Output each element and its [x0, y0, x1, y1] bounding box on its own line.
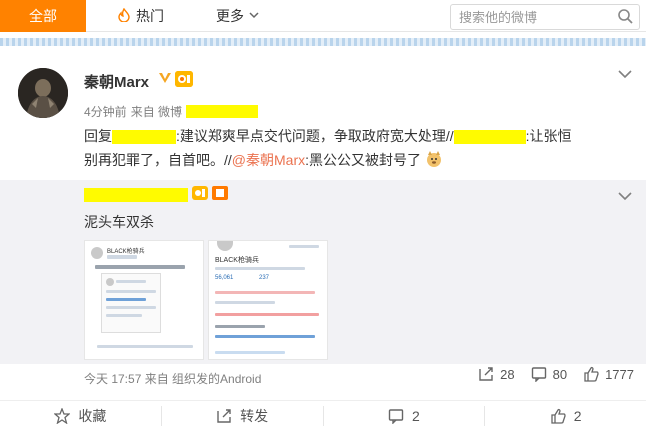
- thumbs-up-icon: [584, 366, 599, 382]
- thumb-line: [215, 301, 275, 304]
- post-action-bar: 收藏 转发 2 2: [0, 400, 646, 430]
- redacted-highlight: [186, 105, 259, 118]
- reply-prefix: 回复: [84, 128, 112, 144]
- redacted-highlight: [84, 187, 188, 202]
- favorite-button[interactable]: 收藏: [0, 406, 162, 426]
- thumb-line: [215, 351, 285, 354]
- content-text: 别再犯罪了，自首吧。//: [84, 152, 232, 168]
- repost-stats: 28 80 1777: [478, 366, 634, 382]
- comment-label: 2: [411, 408, 420, 424]
- thumb-avatar: [217, 241, 233, 251]
- thumbs-up-icon: [551, 408, 566, 424]
- post-time[interactable]: 4分钟前: [84, 103, 127, 120]
- chevron-down-icon: [249, 10, 259, 22]
- thumb-avatar: [106, 278, 114, 286]
- thumb-line: [97, 345, 193, 348]
- tab-more[interactable]: 更多: [216, 0, 259, 32]
- thumb-line: [215, 267, 305, 270]
- like-button[interactable]: 2: [485, 406, 646, 426]
- comment-icon: [531, 367, 546, 382]
- comment-count-label: 80: [552, 366, 568, 382]
- thumb-title: BLACK枪骑兵: [215, 257, 259, 264]
- repost-block: 泥头车双杀 BLACK枪骑兵 BLACK枪骑兵 56,061 237 今天 17…: [0, 180, 646, 386]
- flame-icon: [118, 7, 130, 25]
- search-input[interactable]: [459, 8, 609, 26]
- star-icon: [54, 408, 71, 424]
- spacer: [0, 46, 646, 58]
- like-count-label: 1777: [605, 366, 634, 382]
- repost-image-2[interactable]: BLACK枪骑兵 56,061 237: [208, 240, 328, 360]
- like-count[interactable]: 1777: [583, 366, 634, 382]
- comment-button[interactable]: 2: [324, 406, 486, 426]
- redacted-highlight: [453, 130, 526, 145]
- thumb-stat: 56,061: [215, 275, 234, 281]
- user-badges: [158, 71, 193, 88]
- content-text: :建议郑爽早点交代问题，争取政府宽大处理//: [176, 128, 454, 144]
- thumb-avatar: [91, 247, 103, 259]
- decorative-stripe: [0, 38, 646, 46]
- repost-count[interactable]: 28: [478, 366, 515, 382]
- weibo-post: 秦朝Marx 4分钟前 来自 微博 回复 :建议郑爽早点交代问题，争取政府宽大处理…: [0, 58, 646, 430]
- member-badge-icon: [192, 186, 208, 203]
- top-tab-bar: 全部 热门 更多: [0, 0, 646, 32]
- comment-icon: [388, 409, 404, 424]
- comment-count[interactable]: 80: [531, 366, 567, 382]
- repost-footer: 今天 17:57 来自 组织发的Android: [84, 372, 262, 386]
- repost-author[interactable]: [84, 186, 228, 203]
- tab-more-label: 更多: [216, 8, 244, 24]
- avatar[interactable]: [18, 68, 68, 118]
- repost-count-label: 28: [500, 366, 515, 382]
- thumb-embedded-card: [101, 273, 161, 333]
- thumb-line: [215, 313, 319, 316]
- member-badge-icon: [175, 71, 193, 87]
- forward-label: 转发: [240, 408, 269, 424]
- forward-button[interactable]: 转发: [162, 406, 324, 426]
- share-icon: [217, 409, 231, 423]
- search-icon[interactable]: [617, 8, 633, 27]
- tab-all-label: 全部: [29, 8, 57, 24]
- thumb-line: [106, 314, 142, 317]
- thumb-title: BLACK枪骑兵: [107, 249, 145, 255]
- thumb-line: [215, 335, 315, 338]
- repost-text: 泥头车双杀: [84, 214, 154, 230]
- content-text: :让张恒: [525, 128, 572, 144]
- thumb-line: [106, 306, 156, 309]
- repost-image-1[interactable]: BLACK枪骑兵: [84, 240, 204, 360]
- verified-v-icon: [158, 71, 172, 88]
- repost-menu-chevron-icon[interactable]: [618, 188, 632, 204]
- username[interactable]: 秦朝Marx: [84, 71, 149, 92]
- thumb-line: [106, 298, 146, 301]
- mention-link[interactable]: @秦朝Marx: [232, 152, 305, 168]
- tab-hot[interactable]: 热门: [118, 0, 164, 32]
- tab-hot-label: 热门: [136, 8, 164, 24]
- thumb-line: [106, 290, 156, 293]
- post-menu-chevron-icon[interactable]: [618, 66, 632, 82]
- doge-emoji-icon: [425, 151, 443, 168]
- like-label: 2: [573, 408, 582, 424]
- content-text: :黑公公又被封号了: [305, 152, 421, 168]
- redacted-highlight: [112, 130, 176, 145]
- thumb-line: [215, 325, 265, 328]
- share-icon: [479, 367, 493, 381]
- post-meta: 4分钟前 来自 微博: [84, 103, 259, 120]
- thumb-line: [116, 280, 146, 283]
- favorite-label: 收藏: [78, 408, 107, 424]
- post-source: 来自 微博: [130, 105, 183, 119]
- thumb-stat: 237: [259, 275, 270, 281]
- tab-all[interactable]: 全部: [0, 0, 86, 32]
- thumb-line: [215, 291, 315, 294]
- post-content: 回复 :建议郑爽早点交代问题，争取政府宽大处理// :让张恒 别再犯罪了，自首吧。/…: [84, 124, 624, 172]
- thumb-line: [107, 255, 137, 259]
- search-box[interactable]: [450, 4, 640, 30]
- level-badge-icon: [212, 186, 228, 203]
- thumb-line: [95, 265, 185, 269]
- thumb-line: [289, 245, 319, 248]
